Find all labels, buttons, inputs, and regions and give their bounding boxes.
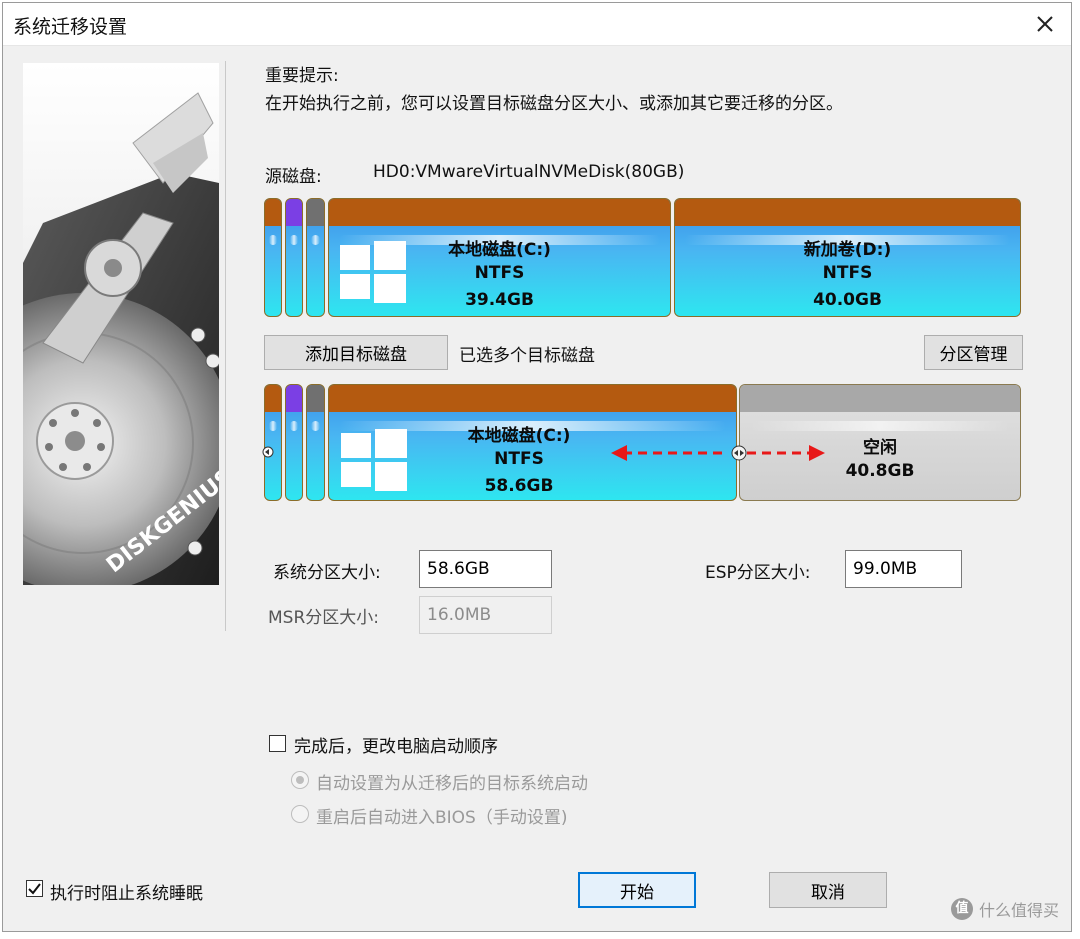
selected-targets-text: 已选多个目标磁盘 [459,346,595,366]
partition-size: 58.6GB [484,476,554,496]
prevent-sleep-checkbox[interactable] [26,880,43,897]
prevent-sleep-label: 执行时阻止系统睡眠 [50,884,203,904]
partition-size: 39.4GB [465,290,534,310]
hint-body: 在开始执行之前，您可以设置目标磁盘分区大小、或添加其它要迁移的分区。 [265,94,843,114]
partition-fs: NTFS [474,263,525,283]
watermark-logo-icon: 值 [950,898,973,920]
target-partition-small-1[interactable] [264,384,282,501]
change-boot-order-label: 完成后，更改电脑启动顺序 [294,737,498,757]
add-target-disk-button[interactable]: 添加目标磁盘 [264,335,448,370]
title-bar: 系统迁移设置 [3,3,1071,46]
left-handle-icon[interactable] [262,445,274,459]
source-partition-c[interactable]: 本地磁盘(C:) NTFS 39.4GB [328,198,671,317]
esp-partition-size-input[interactable] [845,550,962,588]
change-boot-order-checkbox[interactable] [269,735,286,752]
source-partition-small-1[interactable] [264,198,282,317]
close-icon[interactable] [1027,7,1063,41]
source-disk-label: 源磁盘: [265,167,322,187]
partition-size: 40.0GB [813,290,882,310]
msr-partition-size-label: MSR分区大小: [268,608,379,628]
source-partition-small-2[interactable] [285,198,303,317]
system-migration-dialog: 系统迁移设置 DISKGENIUS 重要提示: 在开始执行之前，您可以设置目标磁… [2,2,1072,932]
cancel-button[interactable]: 取消 [769,872,887,908]
hard-disk-illustration: DISKGENIUS [23,92,219,585]
resize-handle-icon[interactable] [731,445,747,461]
source-partition-small-3[interactable] [306,198,325,317]
boot-auto-radio[interactable] [291,771,309,789]
target-partition-small-3[interactable] [306,384,325,501]
checkmark-icon [28,883,41,895]
start-button[interactable]: 开始 [578,872,696,908]
watermark-text: 什么值得买 [978,901,1059,920]
window-title: 系统迁移设置 [13,16,128,38]
partition-name: 新加卷(D:) [803,240,892,260]
source-partition-d[interactable]: 新加卷(D:) NTFS 40.0GB [674,198,1021,317]
source-disk-value: HD0:VMwareVirtualNVMeDisk(80GB) [373,162,685,182]
partition-name: 本地磁盘(C:) [448,240,551,260]
hint-title: 重要提示: [265,66,339,86]
boot-auto-label: 自动设置为从迁移后的目标系统启动 [316,774,588,794]
system-partition-size-label: 系统分区大小: [273,563,381,583]
msr-partition-size-input[interactable] [419,596,552,634]
resize-arrow-icon [611,445,825,461]
vertical-separator [225,61,226,631]
diskgenius-side-image: DISKGENIUS [23,63,219,585]
esp-partition-size-label: ESP分区大小: [705,563,811,583]
target-partition-small-2[interactable] [285,384,303,501]
boot-bios-label: 重启后自动进入BIOS（手动设置) [316,808,568,828]
site-watermark: 值 什么值得买 [950,897,1059,921]
boot-bios-radio[interactable] [291,805,309,823]
system-partition-size-input[interactable] [419,550,552,588]
partition-manage-button[interactable]: 分区管理 [924,335,1023,370]
partition-fs: NTFS [822,263,873,283]
